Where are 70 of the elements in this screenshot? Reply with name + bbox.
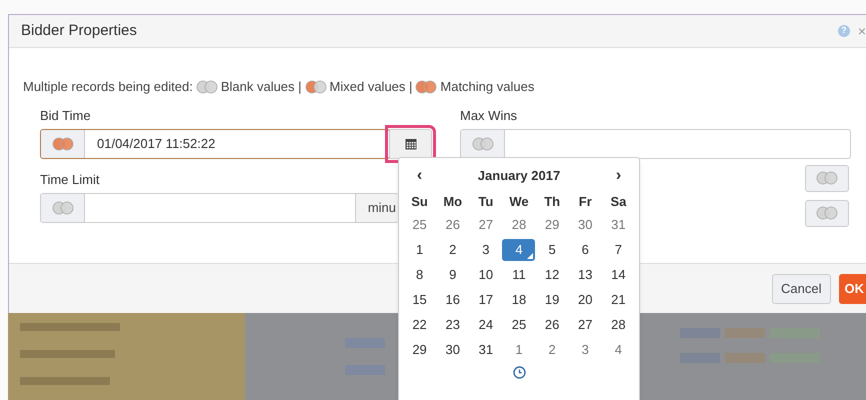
weekday-label: Fr: [578, 193, 593, 211]
day-cell[interactable]: 17: [469, 288, 502, 310]
day-cell[interactable]: 5: [536, 238, 569, 260]
day-cell[interactable]: 8: [403, 264, 436, 286]
day-cell[interactable]: 26: [436, 214, 470, 236]
day-cell[interactable]: 23: [436, 314, 470, 336]
day-cell[interactable]: 24: [469, 314, 502, 336]
value-state-button[interactable]: [805, 200, 849, 226]
field-value: 01/04/2017 11:52:22: [97, 134, 216, 153]
day-cell[interactable]: 21: [602, 288, 635, 310]
field-label: Time Limit: [40, 172, 100, 188]
legend-text: Matching values: [440, 78, 534, 96]
month-title[interactable]: January 2017: [436, 166, 602, 186]
day-cell[interactable]: 27: [469, 214, 502, 236]
day-cell[interactable]: 19: [536, 288, 569, 310]
cancel-button[interactable]: Cancel: [772, 274, 830, 304]
day-cell[interactable]: 29: [536, 214, 569, 236]
day-cell[interactable]: 3: [568, 338, 602, 360]
unit-label: minu: [368, 198, 396, 217]
weekday-label: Th: [543, 193, 562, 211]
weekday-label: Tu: [477, 193, 494, 211]
day-cell[interactable]: 22: [403, 314, 436, 336]
day-cell[interactable]: 30: [568, 214, 602, 236]
dialog-title: Bidder Properties: [21, 20, 138, 41]
day-cell[interactable]: 12: [536, 264, 569, 286]
field-label: Bid Time: [40, 108, 92, 124]
day-cell[interactable]: 27: [568, 314, 602, 336]
day-cell[interactable]: 31: [602, 214, 635, 236]
day-cell[interactable]: 2: [436, 238, 470, 260]
day-cell[interactable]: 4: [602, 338, 635, 360]
value-state-button[interactable]: [805, 164, 849, 192]
weekday-label: Sa: [609, 193, 628, 211]
legend-label: Multiple records being edited:: [23, 78, 193, 96]
prev-month-button[interactable]: ‹: [403, 164, 436, 188]
weekday-label: Mo: [442, 193, 464, 211]
day-cell[interactable]: 10: [469, 264, 502, 286]
day-cell[interactable]: 18: [502, 288, 536, 310]
field-label: Max Wins: [460, 108, 518, 124]
day-cell[interactable]: 3: [469, 238, 502, 260]
weekday-label: We: [508, 193, 530, 211]
day-cell[interactable]: 2: [536, 338, 569, 360]
legend-text: Mixed values |: [330, 78, 412, 96]
day-cell[interactable]: 28: [502, 214, 536, 236]
clock-icon[interactable]: [512, 366, 526, 379]
day-cell[interactable]: 6: [568, 238, 602, 260]
day-cell[interactable]: 7: [602, 238, 635, 260]
day-cell[interactable]: 25: [502, 314, 536, 336]
day-cell[interactable]: 13: [568, 264, 602, 286]
day-cell[interactable]: 25: [403, 214, 436, 236]
day-cell[interactable]: 28: [602, 314, 635, 336]
day-cell[interactable]: 11: [502, 264, 536, 286]
corner-triangle-icon: [527, 252, 534, 258]
day-cell[interactable]: 15: [403, 288, 436, 310]
day-cell[interactable]: 9: [436, 264, 470, 286]
day-cell[interactable]: 29: [403, 338, 436, 360]
calendar-icon: [404, 138, 416, 150]
input-field[interactable]: 01/04/2017 11:52:22: [40, 128, 390, 158]
day-cell[interactable]: 26: [536, 314, 569, 336]
weekday-label: Su: [410, 193, 429, 211]
day-cell[interactable]: 14: [602, 264, 635, 286]
day-cell[interactable]: 4: [502, 238, 536, 260]
day-cell[interactable]: 20: [568, 288, 602, 310]
next-month-button[interactable]: ›: [602, 164, 635, 188]
day-cell[interactable]: 31: [469, 338, 502, 360]
day-cell[interactable]: 30: [436, 338, 470, 360]
day-cell[interactable]: 1: [502, 338, 536, 360]
legend-text: Blank values |: [220, 78, 302, 96]
input-field[interactable]: minu: [40, 192, 399, 222]
day-cell[interactable]: 16: [436, 288, 470, 310]
day-cell[interactable]: 1: [403, 238, 436, 260]
